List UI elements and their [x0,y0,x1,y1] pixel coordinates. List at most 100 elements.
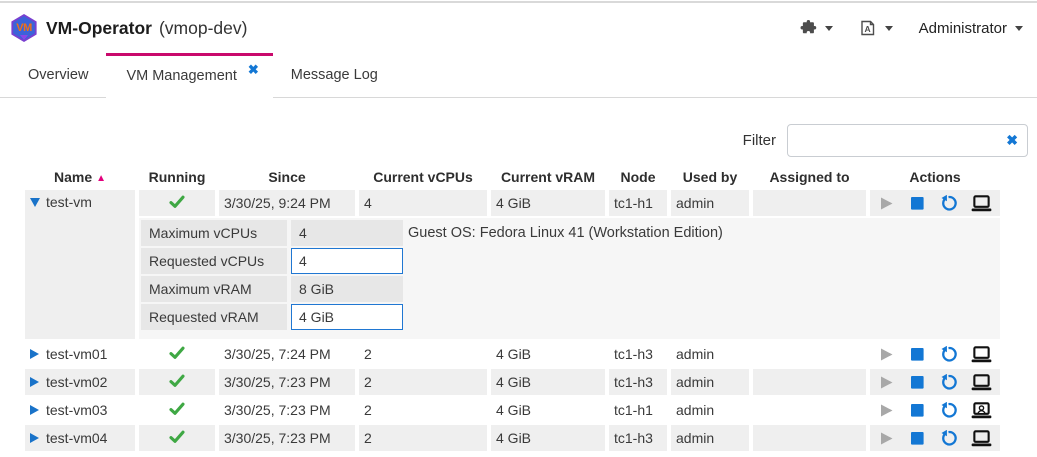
vram-cell: 4 GiB [491,369,605,395]
open-console-icon[interactable] [971,374,992,391]
tab-message-log[interactable]: Message Log [273,53,396,98]
column-header-running[interactable]: Running [139,166,215,188]
app-title: VM-Operator [46,18,152,39]
filter-input[interactable] [787,124,1028,157]
column-header-node[interactable]: Node [609,166,667,188]
app-header: VM VM-Operator (vmop-dev) [0,3,1037,53]
vram-cell: 4 GiB [491,425,605,451]
table-row: test-vm02 3/30/25, 7:23 PM 2 4 GiB tc1-h… [25,369,1000,395]
stop-vm-icon[interactable] [909,402,926,419]
open-console-icon[interactable] [971,195,992,212]
reset-vm-icon[interactable] [940,346,957,363]
vm-name-cell: test-vm03 [25,397,135,423]
assigned-to-cell [753,341,866,367]
stop-vm-icon[interactable] [909,374,926,391]
column-header-name[interactable]: Name▲ [25,166,135,188]
vram-cell: 4 GiB [491,341,605,367]
expand-row-icon[interactable] [30,433,39,443]
reset-vm-icon[interactable] [940,430,957,447]
reset-vm-icon[interactable] [940,402,957,419]
clear-filter-icon[interactable]: ✖ [1006,131,1018,149]
vm-name-cell: test-vm [25,190,135,339]
column-header-assigned-to[interactable]: Assigned to [753,166,866,188]
vm-operator-logo-icon: VM [10,14,38,42]
language-dropdown[interactable]: A [859,19,893,37]
close-tab-icon[interactable]: ✖ [248,62,259,77]
actions-cell [870,397,1000,423]
tab-vm-management[interactable]: VM Management✖ [106,53,272,98]
node-cell: tc1-h1 [609,397,667,423]
stop-vm-icon[interactable] [909,430,926,447]
filter-label: Filter [743,132,776,149]
expand-row-icon[interactable] [30,377,39,387]
requested-vcpus-input[interactable] [291,248,403,274]
detail-row: Maximum vCPUs 4 Requested vCPUs Maximum … [25,218,1000,339]
since-cell: 3/30/25, 7:23 PM [219,425,355,451]
requested-vram-input[interactable] [291,304,403,330]
reset-vm-icon[interactable] [940,195,957,212]
vcpus-cell: 2 [359,369,487,395]
tab-bar: Overview VM Management✖ Message Log [0,53,1037,98]
table-row: test-vm03 3/30/25, 7:23 PM 2 4 GiB tc1-h… [25,397,1000,423]
running-check-icon [169,346,185,360]
assigned-to-cell [753,190,866,216]
running-cell [139,425,215,451]
translate-icon: A [859,19,877,37]
running-cell [139,341,215,367]
vram-cell: 4 GiB [491,190,605,216]
used-by-cell: admin [671,341,749,367]
vm-operator-window: VM VM-Operator (vmop-dev) [0,1,1037,457]
field-label: Requested vCPUs [141,248,287,274]
column-header-since[interactable]: Since [219,166,355,188]
node-cell: tc1-h3 [609,341,667,367]
vm-name-cell: test-vm02 [25,369,135,395]
column-header-used-by[interactable]: Used by [671,166,749,188]
vm-name-cell: test-vm04 [25,425,135,451]
vm-name-cell: test-vm01 [25,341,135,367]
assigned-to-cell [753,425,866,451]
guest-os-info: Guest OS: Fedora Linux 41 (Workstation E… [408,225,723,241]
column-header-actions: Actions [870,166,1000,188]
column-header-current-vcpus[interactable]: Current vCPUs [359,166,487,188]
running-cell [139,397,215,423]
puzzle-icon [800,20,817,37]
since-cell: 3/30/25, 7:24 PM [219,341,355,367]
tab-overview[interactable]: Overview [10,53,106,98]
used-by-cell: admin [671,425,749,451]
vm-name: test-vm02 [46,374,107,390]
assigned-to-cell [753,397,866,423]
stop-vm-icon[interactable] [909,195,926,212]
running-cell [139,190,215,216]
vcpus-cell: 2 [359,341,487,367]
column-header-current-vram[interactable]: Current vRAM [491,166,605,188]
reset-vm-icon[interactable] [940,374,957,391]
table-row: test-vm04 3/30/25, 7:23 PM 2 4 GiB tc1-h… [25,425,1000,451]
components-dropdown[interactable] [800,20,833,37]
start-vm-icon-disabled [878,374,895,391]
expand-row-icon[interactable] [30,349,39,359]
chevron-down-icon [1015,26,1023,31]
collapse-row-icon[interactable] [30,198,40,207]
used-by-cell: admin [671,397,749,423]
maximum-vcpus-value: 4 [291,220,403,246]
console-in-use-icon[interactable] [971,402,992,419]
filter-row: Filter ✖ [0,124,1028,157]
stop-vm-icon[interactable] [909,346,926,363]
app-instance: (vmop-dev) [159,18,248,39]
open-console-icon[interactable] [971,430,992,447]
vm-detail-panel: Maximum vCPUs 4 Requested vCPUs Maximum … [139,218,1000,339]
open-console-icon[interactable] [971,346,992,363]
actions-cell [870,369,1000,395]
expand-row-icon[interactable] [30,405,39,415]
field-label: Maximum vRAM [141,276,287,302]
running-check-icon [169,195,185,209]
since-cell: 3/30/25, 7:23 PM [219,369,355,395]
vm-name: test-vm01 [46,346,107,362]
field-label: Requested vRAM [141,304,287,330]
node-cell: tc1-h3 [609,369,667,395]
vm-table: Name▲ Running Since Current vCPUs Curren… [21,164,1004,453]
vram-cell: 4 GiB [491,397,605,423]
user-dropdown[interactable]: Administrator [919,20,1023,37]
vm-name: test-vm [46,194,92,210]
since-cell: 3/30/25, 7:23 PM [219,397,355,423]
